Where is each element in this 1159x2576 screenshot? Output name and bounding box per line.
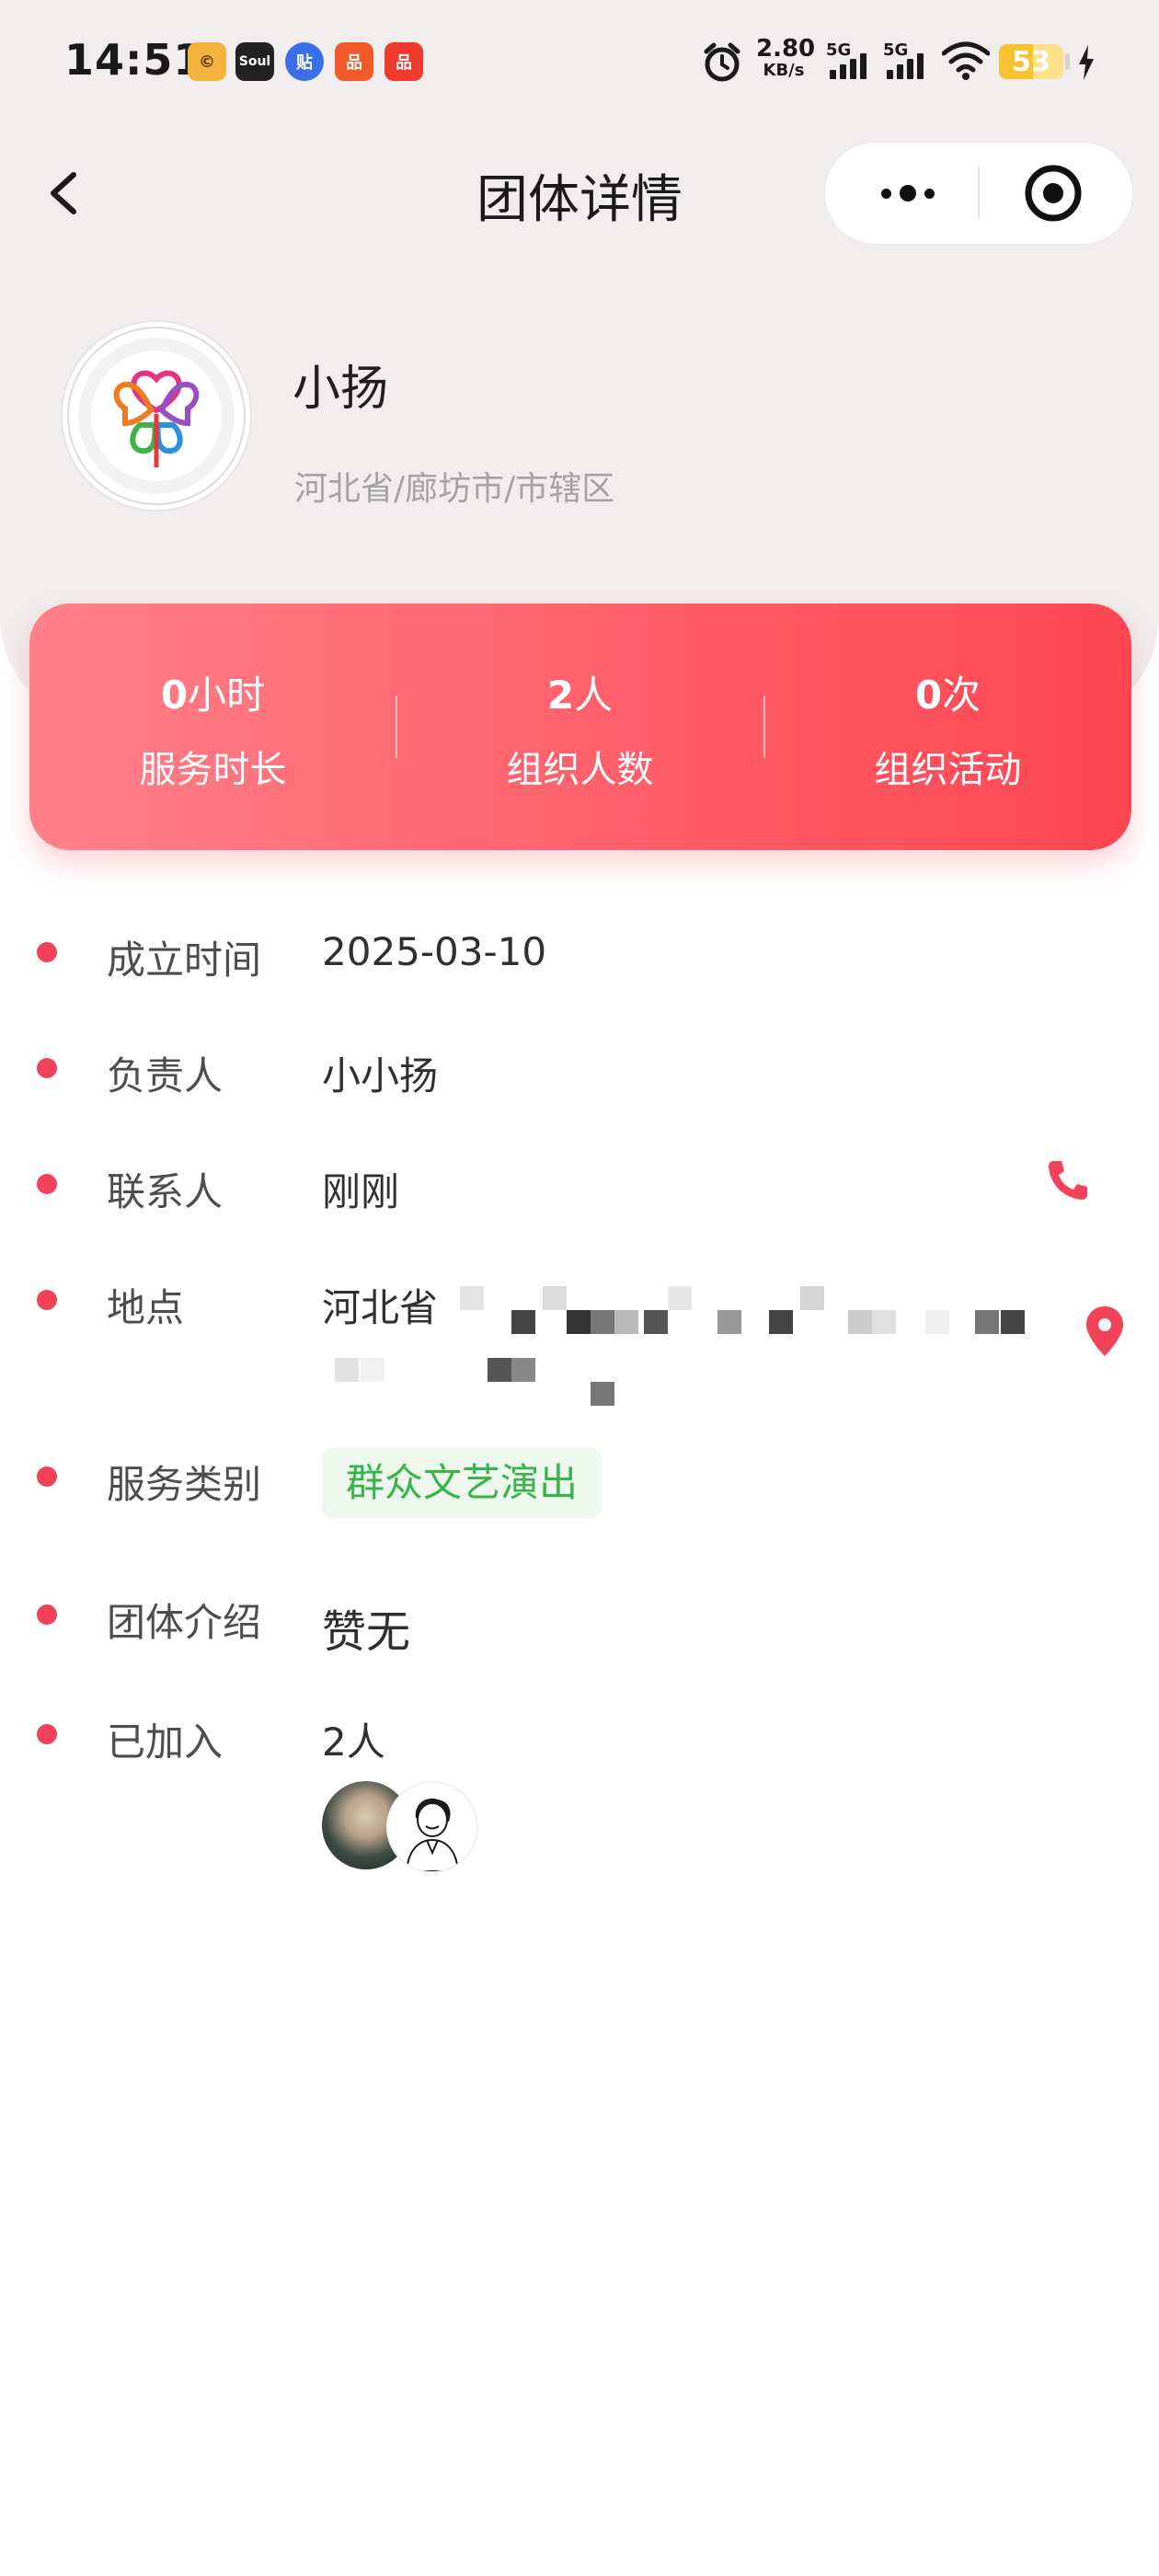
tieba-app-icon: 贴 [285,42,324,81]
status-bar: 14:51 © Soul 贴 品 品 2.80 KB/s 5G 5G 53 [0,0,1159,129]
signal-5g-icon: 5G [826,40,872,81]
bullet-dot [37,1058,57,1078]
category-label: 服务类别 [107,1462,262,1507]
group-name: 小扬 [293,362,389,417]
founded-label: 成立时间 [107,937,262,983]
joined-value: 2人 [322,1719,385,1765]
group-region: 河北省/廊坊市/市辖区 [294,470,615,508]
stat-member-count-label: 组织人数 [506,749,654,791]
stat-service-hours-value: 0小时 [160,673,266,718]
mosaic-block [488,1358,511,1382]
charging-bolt-icon [1079,45,1094,80]
category-tag: 群众文艺演出 [322,1447,602,1519]
battery-tip [1065,53,1070,70]
bullet-dot [37,942,57,962]
soul-app-icon: Soul [235,42,274,81]
group-logo [63,322,250,510]
intro-label: 团体介绍 [107,1600,262,1645]
more-button[interactable] [843,143,972,244]
mosaic-block [800,1286,824,1310]
location-pin-icon[interactable] [1084,1305,1126,1358]
stat-service-hours-label: 服务时长 [139,749,287,791]
cartoon-avatar-icon [405,1798,460,1871]
capsule-divider [978,167,980,220]
status-time: 14:51 [64,35,204,85]
member-avatar-2[interactable] [386,1781,478,1873]
phone-call-icon[interactable] [1045,1157,1091,1203]
mosaic-block [848,1310,872,1334]
stat-activity-count-value: 0次 [914,673,981,718]
bullet-dot [37,1724,57,1744]
mosaic-block [1001,1310,1025,1334]
mosaic-block [717,1310,741,1334]
signal-5g-icon-2: 5G [883,40,929,81]
mosaic-block [361,1358,384,1382]
bullet-dot [37,1290,57,1310]
contact-value: 刚刚 [322,1169,400,1214]
bullet-dot [37,1174,57,1194]
network-speed: 2.80 KB/s [756,35,816,80]
mosaic-block [769,1310,793,1334]
pinduoduo-app-icon-2: 品 [384,42,423,81]
contact-label: 联系人 [107,1169,224,1214]
mosaic-block [511,1310,535,1334]
mosaic-block [614,1310,638,1334]
intro-value: 赞无 [322,1606,411,1658]
mosaic-block [460,1286,484,1310]
wifi-icon [942,41,990,80]
leader-label: 负责人 [107,1053,224,1098]
bullet-dot [37,1466,57,1487]
leader-value: 小小扬 [322,1053,439,1098]
more-dots-right [924,188,935,199]
location-label: 地点 [107,1285,185,1330]
close-mini-program-button[interactable] [1023,163,1084,224]
stat-activity-count: 0次 组织活动 [764,604,1131,850]
alarm-icon [704,42,740,82]
mosaic-block [975,1310,999,1334]
more-dots-center [900,185,916,201]
more-dots-icon [881,188,891,199]
mosaic-block [591,1310,614,1334]
mosaic-block [567,1310,591,1334]
volunteer-logo-icon [67,327,246,505]
mosaic-block [644,1310,668,1334]
stat-member-count-value: 2人 [546,673,614,718]
page: 14:51 © Soul 贴 品 品 2.80 KB/s 5G 5G 53 团体… [0,0,1159,2576]
pinduoduo-app-icon: 品 [335,42,373,81]
stat-member-count: 2人 组织人数 [396,604,763,850]
founded-value: 2025-03-10 [322,929,547,974]
mosaic-block [925,1310,949,1334]
location-value: 河北省 [322,1285,439,1330]
app-notification-icon: © [188,42,226,81]
mosaic-block [591,1382,614,1406]
stats-card: 0小时 服务时长 2人 组织人数 0次 组织活动 [29,604,1131,850]
mosaic-block [511,1358,535,1382]
battery-icon: 53 [999,44,1063,79]
mosaic-block [872,1310,896,1334]
mosaic-block [335,1358,359,1382]
mosaic-block [543,1286,567,1310]
joined-label: 已加入 [107,1719,224,1765]
bullet-dot [37,1604,57,1625]
mini-program-capsule [824,142,1133,245]
stat-service-hours: 0小时 服务时长 [29,604,396,850]
stat-activity-count-label: 组织活动 [874,749,1022,791]
mosaic-block [668,1286,692,1310]
